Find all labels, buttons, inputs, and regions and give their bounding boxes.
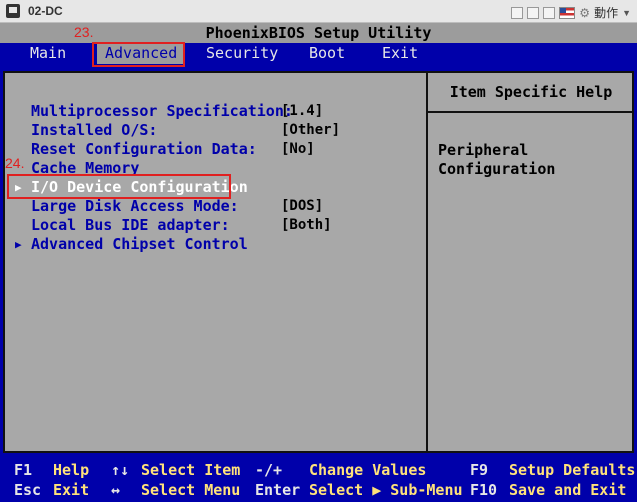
vm-icon <box>6 4 20 18</box>
setting-multiprocessor-label[interactable]: Multiprocessor Specification: <box>31 102 293 120</box>
settings-frame: Multiprocessor Specification: [1.4] Inst… <box>3 71 634 453</box>
gear-icon[interactable]: ⚙ <box>579 6 590 20</box>
setting-local-bus-ide-value[interactable]: [Both] <box>281 217 332 233</box>
maximize-button[interactable] <box>527 6 540 19</box>
setting-installed-os-label[interactable]: Installed O/S: <box>31 121 157 139</box>
footer-key-f9: F9 <box>470 461 489 479</box>
help-panel: Item Specific Help Peripheral Configurat… <box>426 73 634 451</box>
annotation-box-advanced <box>92 42 185 67</box>
footer-desc-select-menu: Select Menu <box>141 481 241 499</box>
bios-title: PhoenixBIOS Setup Utility <box>0 23 637 43</box>
footer-desc-select-submenu: Select ▶ Sub-Menu <box>309 481 463 499</box>
setting-large-disk-label[interactable]: Large Disk Access Mode: <box>31 197 239 215</box>
setting-advanced-chipset-control[interactable]: Advanced Chipset Control <box>31 235 248 253</box>
annotation-step-23: 23. <box>74 24 94 40</box>
help-title: Item Specific Help <box>428 73 634 113</box>
window-title: 02-DC <box>28 4 63 18</box>
footer-desc-change-values: Change Values <box>309 461 427 479</box>
setting-reset-config-value[interactable]: [No] <box>281 141 315 157</box>
restore-button[interactable] <box>543 6 556 19</box>
window-controls: ⚙ 動作 ▼ <box>511 4 631 21</box>
menu-main[interactable]: Main <box>30 43 66 64</box>
minimize-button[interactable] <box>511 6 524 19</box>
setting-local-bus-ide-label[interactable]: Local Bus IDE adapter: <box>31 216 230 234</box>
footer-desc-save-exit: Save and Exit <box>509 481 627 499</box>
footer-desc-help: Help <box>53 461 90 479</box>
setting-reset-config-label[interactable]: Reset Configuration Data: <box>31 140 257 158</box>
settings-list: Multiprocessor Specification: [1.4] Inst… <box>5 73 425 451</box>
annotation-step-24: 24. <box>5 155 25 171</box>
chevron-down-icon[interactable]: ▼ <box>622 8 631 18</box>
footer-key-minus-plus: -/+ <box>255 461 283 479</box>
footer-key-updown: ↑↓ <box>111 461 130 479</box>
setting-installed-os-value[interactable]: [Other] <box>281 122 340 138</box>
footer-desc-select-item: Select Item <box>141 461 241 479</box>
window-titlebar: 02-DC ⚙ 動作 ▼ <box>0 0 637 23</box>
menu-boot[interactable]: Boot <box>309 43 345 64</box>
setting-multiprocessor-value[interactable]: [1.4] <box>281 103 323 119</box>
footer-desc-setup-defaults: Setup Defaults <box>509 461 636 479</box>
footer-desc-exit: Exit <box>53 481 90 499</box>
footer-key-leftright: ↔ <box>111 481 121 499</box>
help-text: Peripheral Configuration <box>438 141 556 178</box>
setting-large-disk-value[interactable]: [DOS] <box>281 198 323 214</box>
keyboard-layout-flag-icon[interactable] <box>559 6 576 19</box>
action-menu[interactable]: 動作 <box>594 4 618 21</box>
submenu-arrow-icon: ▶ <box>15 238 22 251</box>
footer-key-enter: Enter <box>255 481 301 499</box>
footer-help-bar: F1 Help ↑↓ Select Item -/+ Change Values… <box>0 459 637 502</box>
menu-security[interactable]: Security <box>206 43 278 64</box>
footer-key-f10: F10 <box>470 481 498 499</box>
footer-key-esc: Esc <box>14 481 42 499</box>
bios-screen: PhoenixBIOS Setup Utility Main Advanced … <box>0 23 637 502</box>
footer-key-f1: F1 <box>14 461 33 479</box>
menu-exit[interactable]: Exit <box>382 43 418 64</box>
annotation-box-io-device <box>7 174 231 199</box>
